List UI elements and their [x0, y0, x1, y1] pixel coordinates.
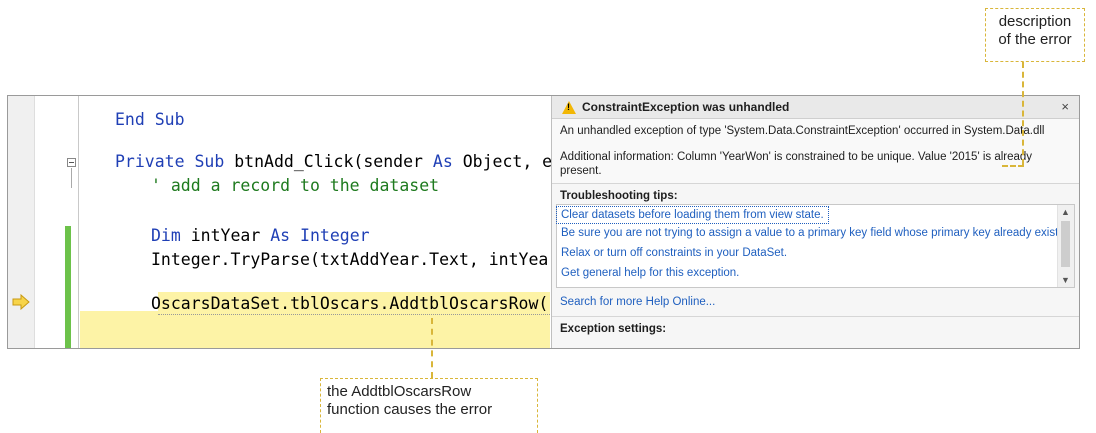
- exception-message: An unhandled exception of type 'System.D…: [560, 125, 1045, 137]
- troubleshooting-tips-heading: Troubleshooting tips:: [560, 190, 678, 202]
- exception-settings-heading: Exception settings:: [560, 323, 667, 335]
- tip-link[interactable]: Be sure you are not trying to assign a v…: [557, 223, 1074, 243]
- scroll-up-icon[interactable]: ▲: [1061, 207, 1070, 217]
- code-line-private-sub: Private Sub btnAdd_Click(sender As Objec…: [115, 152, 552, 171]
- code-text: btnAdd_Click(sender: [234, 152, 433, 171]
- exception-title-bar: ! ConstraintException was unhandled ×: [552, 96, 1079, 119]
- additional-information: Additional information: Column 'YearWon'…: [560, 151, 1033, 177]
- code-keyword: As: [432, 152, 453, 171]
- function-callout: the AddtblOscarsRow function causes the …: [320, 378, 538, 433]
- tips-scrollbar[interactable]: ▲ ▼: [1057, 205, 1074, 287]
- troubleshooting-tips-list[interactable]: Clear datasets before loading them from …: [556, 204, 1075, 288]
- callout-leader-line: [1022, 62, 1024, 165]
- execution-pointer-icon: [12, 294, 30, 310]
- callout-leader-line: [1002, 165, 1024, 167]
- keyword-dim: Dim: [151, 226, 181, 245]
- exception-title: ConstraintException was unhandled: [582, 100, 790, 114]
- code-keyword: Private Sub: [115, 152, 235, 171]
- tip-link[interactable]: Relax or turn off constraints in your Da…: [557, 243, 1074, 263]
- code-editor[interactable]: End Sub Private Sub btnAdd_Click(sender …: [7, 95, 1080, 349]
- keyword-as: As: [270, 226, 291, 245]
- description-callout: description of the error: [985, 8, 1085, 62]
- callout-leader-line: [431, 318, 433, 378]
- exception-assistant: ! ConstraintException was unhandled × An…: [551, 96, 1079, 348]
- exception-description: An unhandled exception of type 'System.D…: [552, 119, 1079, 184]
- tip-link[interactable]: Clear datasets before loading them from …: [556, 206, 829, 224]
- tip-link[interactable]: Get general help for this exception.: [557, 263, 1074, 283]
- warning-icon: !: [562, 100, 576, 114]
- code-line-oscars: OscarsDataSet.tblOscars.AddtblOscarsRow(: [151, 294, 549, 313]
- search-help-online-link[interactable]: Search for more Help Online...: [552, 288, 1079, 317]
- keyword-integer: Integer: [300, 226, 370, 245]
- breakpoint-gutter[interactable]: [8, 96, 35, 348]
- code-text: Object, e: [452, 152, 553, 171]
- scrollbar-thumb[interactable]: [1061, 221, 1070, 267]
- outline-guide: [71, 168, 72, 188]
- gutter-divider: [78, 96, 79, 348]
- code-line-end-sub: End Sub: [115, 110, 185, 129]
- collapse-toggle-icon[interactable]: [67, 158, 76, 167]
- code-line-comment: ' add a record to the dataset: [151, 176, 440, 195]
- current-statement-highlight: [80, 311, 550, 348]
- scroll-down-icon[interactable]: ▼: [1061, 275, 1070, 285]
- code-line-dim: Dim intYear As Integer: [151, 226, 370, 245]
- close-button[interactable]: ×: [1061, 99, 1069, 114]
- change-indicator-bar: [65, 226, 71, 348]
- code-line-tryparse: Integer.TryParse(txtAddYear.Text, intYea: [151, 250, 549, 269]
